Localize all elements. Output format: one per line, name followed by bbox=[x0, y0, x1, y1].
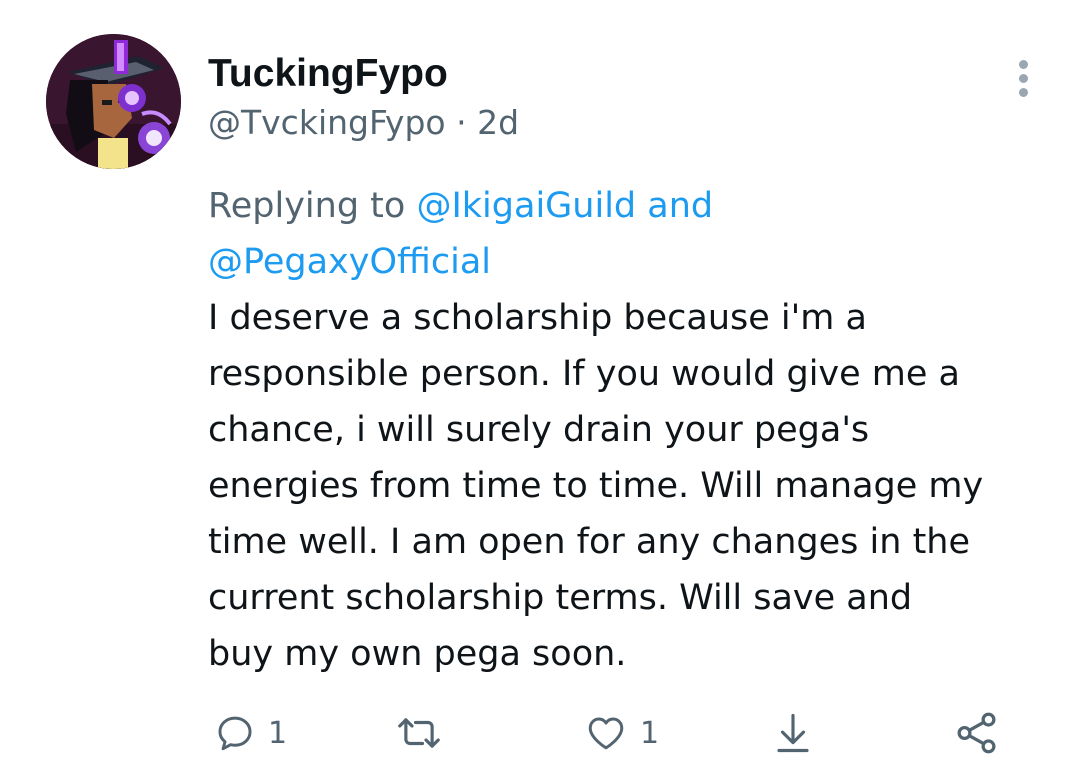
retweet-icon bbox=[398, 718, 440, 748]
handle[interactable]: @TvckingFypo bbox=[208, 103, 446, 142]
reply-bubble-icon bbox=[218, 716, 252, 751]
like-count: 1 bbox=[640, 715, 660, 751]
display-name[interactable]: TuckingFypo bbox=[208, 52, 448, 96]
more-vertical-icon-dot bbox=[1019, 74, 1028, 83]
replying-to: Replying to @IkigaiGuild and @PegaxyOffi… bbox=[208, 178, 1048, 290]
timestamp[interactable]: 2d bbox=[477, 103, 519, 142]
like-button[interactable]: 1 bbox=[584, 706, 659, 760]
separator-dot: · bbox=[456, 103, 467, 142]
avatar[interactable] bbox=[46, 34, 181, 169]
handle-and-time: @TvckingFypo · 2d bbox=[208, 102, 519, 144]
replying-to-label: Replying to bbox=[208, 186, 406, 226]
reply-button[interactable]: 1 bbox=[214, 706, 287, 760]
tweet-text: I deserve a scholarship because i'm a re… bbox=[208, 298, 984, 674]
save-button[interactable] bbox=[772, 706, 814, 760]
retweet-button[interactable] bbox=[394, 706, 444, 760]
heart-icon bbox=[588, 717, 624, 750]
more-vertical-icon bbox=[1019, 60, 1028, 69]
mention-and[interactable]: and bbox=[647, 186, 713, 226]
avatar-image bbox=[46, 34, 181, 169]
more-options-button[interactable] bbox=[1010, 58, 1038, 100]
share-nodes-icon bbox=[957, 712, 996, 754]
download-icon bbox=[777, 713, 809, 753]
reply-count: 1 bbox=[268, 715, 288, 751]
mention-pegaxyofficial[interactable]: @PegaxyOfficial bbox=[208, 242, 491, 282]
mention-ikigaiguild[interactable]: @IkigaiGuild bbox=[416, 186, 636, 226]
more-vertical-icon-dot bbox=[1019, 88, 1028, 97]
share-button[interactable] bbox=[954, 706, 1000, 760]
